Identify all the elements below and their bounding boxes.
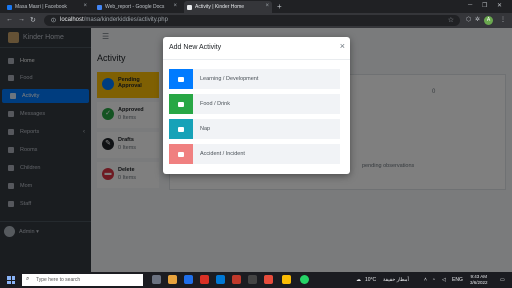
browser-tab-strip: Masa Masri | Facebook × Web_report - Goo…	[0, 0, 512, 13]
weather-temp[interactable]: 10°C	[365, 277, 376, 283]
option-label: Accident / Incident	[200, 151, 245, 157]
info-icon[interactable]	[51, 17, 56, 23]
google-docs-icon	[97, 4, 102, 10]
page-icon	[187, 4, 192, 10]
browser-tab-facebook[interactable]: Masa Masri | Facebook ×	[4, 1, 90, 13]
close-tab-icon[interactable]: ×	[265, 3, 269, 9]
new-tab-button[interactable]: +	[277, 2, 282, 11]
taskbar: ⌕ Type here to search ☁ 10°C أمطار خفيفة…	[0, 272, 512, 288]
address-bar[interactable]: localhost/masa/kinderkiddies/activity.ph…	[44, 15, 460, 26]
search-icon: ⌕	[26, 276, 30, 282]
option-nap[interactable]: Nap	[169, 119, 340, 139]
minimize-icon[interactable]: ─	[468, 2, 472, 8]
whatsapp-icon[interactable]	[300, 275, 309, 284]
app-viewport: Kinder Home Home Food Activity Messages …	[0, 28, 512, 272]
tab-title: Masa Masri | Facebook	[15, 4, 67, 10]
reload-icon[interactable]: ↻	[30, 16, 36, 24]
extensions-puzzle-icon[interactable]: ✲	[475, 16, 480, 23]
utensils-icon	[169, 94, 193, 114]
bookmark-star-icon[interactable]: ☆	[448, 16, 454, 24]
option-accident-incident[interactable]: Accident / Incident	[169, 144, 340, 164]
add-activity-modal: Add New Activity × Learning / Developmen…	[163, 37, 350, 174]
date: 3/6/2022	[470, 280, 488, 285]
close-tab-icon[interactable]: ×	[173, 3, 177, 9]
option-label: Nap	[200, 126, 211, 132]
app-icon[interactable]	[264, 275, 273, 284]
weather-description[interactable]: أمطار خفيفة	[383, 277, 409, 283]
app-icon[interactable]	[248, 275, 257, 284]
task-view-icon[interactable]	[152, 275, 161, 284]
close-icon[interactable]: ×	[340, 41, 345, 51]
bed-icon	[169, 119, 193, 139]
close-tab-icon[interactable]: ×	[83, 3, 87, 9]
maximize-icon[interactable]: ❐	[482, 2, 487, 9]
browser-tab-google-docs[interactable]: Web_report - Google Docs ×	[94, 1, 180, 13]
modal-divider	[163, 59, 350, 60]
app-icon[interactable]	[200, 275, 209, 284]
edge-icon[interactable]	[184, 275, 193, 284]
window-close-icon[interactable]: ✕	[497, 2, 502, 9]
browser-toolbar: ← → ↻ localhost/masa/kinderkiddies/activ…	[0, 13, 512, 28]
weather-icon[interactable]: ☁	[356, 277, 361, 283]
extension-icon[interactable]: ⬡	[466, 16, 471, 23]
browser-tab-activity[interactable]: Activity | Kinder Home ×	[184, 1, 272, 13]
facebook-icon	[7, 4, 12, 10]
language-indicator[interactable]: ENG	[452, 277, 463, 283]
back-icon[interactable]: ←	[6, 16, 13, 23]
option-label: Food / Drink	[200, 101, 230, 107]
notification-icon[interactable]: ▭	[500, 277, 505, 283]
modal-title: Add New Activity	[169, 44, 222, 51]
speaker-icon[interactable]: ◁	[442, 277, 446, 283]
option-label: Learning / Development	[200, 76, 259, 82]
tab-title: Activity | Kinder Home	[195, 4, 245, 10]
url-text: localhost/masa/kinderkiddies/activity.ph…	[60, 17, 168, 23]
chrome-icon[interactable]	[282, 275, 291, 284]
clock[interactable]: 9:43 AM 3/6/2022	[470, 274, 488, 286]
chevron-up-icon[interactable]: ˄	[424, 277, 427, 283]
forward-icon[interactable]: →	[18, 16, 25, 23]
option-food-drink[interactable]: Food / Drink	[169, 94, 340, 114]
tab-title: Web_report - Google Docs	[105, 4, 165, 10]
book-icon	[169, 69, 193, 89]
app-icon[interactable]	[232, 275, 241, 284]
store-icon[interactable]	[216, 275, 225, 284]
bandage-icon	[169, 144, 193, 164]
option-learning-development[interactable]: Learning / Development	[169, 69, 340, 89]
windows-start-icon[interactable]	[7, 276, 15, 284]
profile-avatar[interactable]: A	[484, 16, 493, 25]
browser-menu-icon[interactable]: ⋮	[500, 16, 506, 23]
taskbar-search[interactable]: ⌕ Type here to search	[22, 274, 143, 286]
file-explorer-icon[interactable]	[168, 275, 177, 284]
network-icon[interactable]: ◔	[432, 277, 435, 283]
search-placeholder: Type here to search	[36, 277, 81, 283]
